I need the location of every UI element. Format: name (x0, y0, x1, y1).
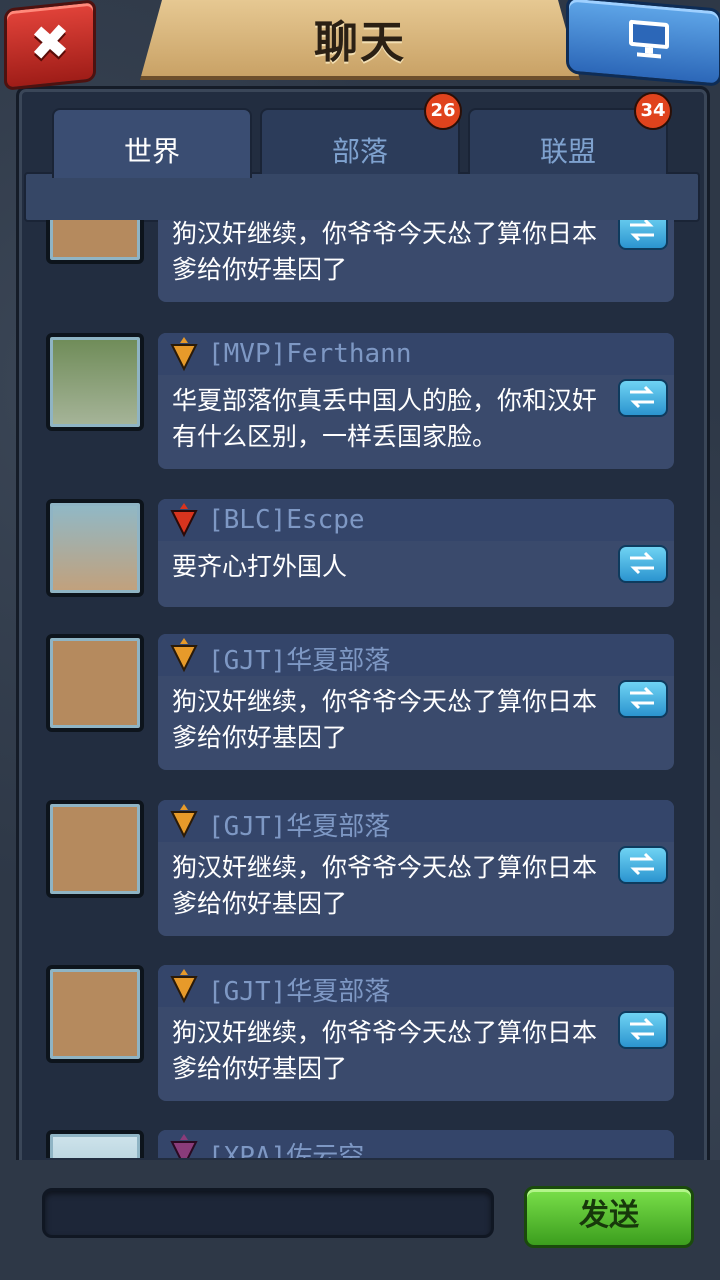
message-bubble: [BLC]Escpe 要齐心打外国人 (158, 499, 674, 607)
message-text: 要齐心打外国人 (172, 552, 348, 581)
close-button[interactable]: ✖ (4, 0, 96, 91)
share-button[interactable] (618, 1011, 668, 1049)
share-button[interactable] (618, 379, 668, 417)
message-header: [BLC]Escpe (158, 499, 674, 541)
share-button[interactable] (618, 220, 668, 250)
tab-world-label: 世界 (123, 135, 180, 168)
sender-name[interactable]: [XPA]佐云空 (208, 1136, 364, 1158)
share-arrows-icon (630, 686, 654, 710)
message-text: 狗汉奸继续，你爷爷今天怂了算你日本爹给你好基因了 (172, 687, 598, 752)
sender-name[interactable]: [GJT]华夏部落 (208, 640, 390, 677)
avatar[interactable] (46, 634, 144, 732)
message-header: [GJT]华夏部落 (158, 965, 674, 1007)
tab-tribe-label: 部落 (331, 135, 388, 168)
avatar[interactable] (46, 800, 144, 898)
share-arrows-icon (630, 220, 654, 242)
page-title: 聊天 (314, 17, 406, 68)
message-item: [BLC]Escpe 要齐心打外国人 (30, 499, 690, 639)
screen-button[interactable] (566, 0, 720, 87)
message-text: 狗汉奸继续，你爷爷今天怂了算你日本爹给你好基因了 (172, 853, 598, 918)
sender-name[interactable]: [GJT]华夏部落 (208, 971, 390, 1008)
share-button[interactable] (618, 846, 668, 884)
share-arrows-icon (630, 1017, 654, 1041)
message-list[interactable]: 狗汉奸继续，你爷爷今天怂了算你日本爹给你好基因了 [MVP]Ferthann 华… (30, 220, 690, 1158)
sender-name[interactable]: [GJT]华夏部落 (208, 806, 390, 843)
avatar[interactable] (46, 333, 144, 431)
message-item: 狗汉奸继续，你爷爷今天怂了算你日本爹给你好基因了 (30, 220, 690, 306)
tab-world[interactable]: 世界 (52, 108, 252, 178)
message-item: [GJT]华夏部落 狗汉奸继续，你爷爷今天怂了算你日本爹给你好基因了 (30, 634, 690, 774)
share-button[interactable] (618, 545, 668, 583)
sender-name[interactable]: [MVP]Ferthann (208, 339, 412, 369)
message-bubble: [GJT]华夏部落 狗汉奸继续，你爷爷今天怂了算你日本爹给你好基因了 (158, 965, 674, 1101)
alliance-unread-badge: 34 (634, 92, 672, 130)
message-item: [GJT]华夏部落 狗汉奸继续，你爷爷今天怂了算你日本爹给你好基因了 (30, 800, 690, 940)
message-item: [GJT]华夏部落 狗汉奸继续，你爷爷今天怂了算你日本爹给你好基因了 (30, 965, 690, 1105)
avatar[interactable] (46, 1130, 144, 1158)
rank-shield-icon (170, 1134, 198, 1158)
message-bubble: [MVP]Ferthann 华夏部落你真丢中国人的脸，你和汉奸有什么区别，一样丢… (158, 333, 674, 469)
message-header: [GJT]华夏部落 (158, 800, 674, 842)
rank-shield-icon (170, 503, 198, 538)
monitor-icon (629, 19, 669, 59)
message-bubble: 狗汉奸继续，你爷爷今天怂了算你日本爹给你好基因了 (158, 220, 674, 302)
message-header: [GJT]华夏部落 (158, 634, 674, 676)
tab-alliance-label: 联盟 (539, 135, 596, 168)
share-arrows-icon (630, 385, 654, 409)
rank-shield-icon (170, 804, 198, 839)
message-item: [MVP]Ferthann 华夏部落你真丢中国人的脸，你和汉奸有什么区别，一样丢… (30, 333, 690, 473)
avatar[interactable] (46, 499, 144, 597)
rank-shield-icon (170, 638, 198, 673)
avatar[interactable] (46, 220, 144, 264)
message-item: [XPA]佐云空 (30, 1130, 690, 1158)
message-bubble: [GJT]华夏部落 狗汉奸继续，你爷爷今天怂了算你日本爹给你好基因了 (158, 634, 674, 770)
avatar[interactable] (46, 965, 144, 1063)
close-icon: ✖ (29, 12, 71, 74)
share-button[interactable] (618, 680, 668, 718)
message-header: [XPA]佐云空 (158, 1130, 674, 1158)
rank-shield-icon (170, 337, 198, 372)
message-text: 狗汉奸继续，你爷爷今天怂了算你日本爹给你好基因了 (172, 220, 598, 284)
rank-shield-icon (170, 969, 198, 1004)
share-arrows-icon (630, 551, 654, 575)
sender-name[interactable]: [BLC]Escpe (208, 505, 365, 535)
tribe-unread-badge: 26 (424, 92, 462, 130)
message-bubble: [XPA]佐云空 (158, 1130, 674, 1158)
message-text: 华夏部落你真丢中国人的脸，你和汉奸有什么区别，一样丢国家脸。 (172, 386, 598, 451)
tabs-underbar (24, 172, 700, 222)
send-button[interactable]: 发送 (524, 1186, 694, 1248)
share-arrows-icon (630, 852, 654, 876)
message-header: [MVP]Ferthann (158, 333, 674, 375)
chat-input[interactable] (42, 1188, 494, 1238)
message-bubble: [GJT]华夏部落 狗汉奸继续，你爷爷今天怂了算你日本爹给你好基因了 (158, 800, 674, 936)
message-text: 狗汉奸继续，你爷爷今天怂了算你日本爹给你好基因了 (172, 1018, 598, 1083)
